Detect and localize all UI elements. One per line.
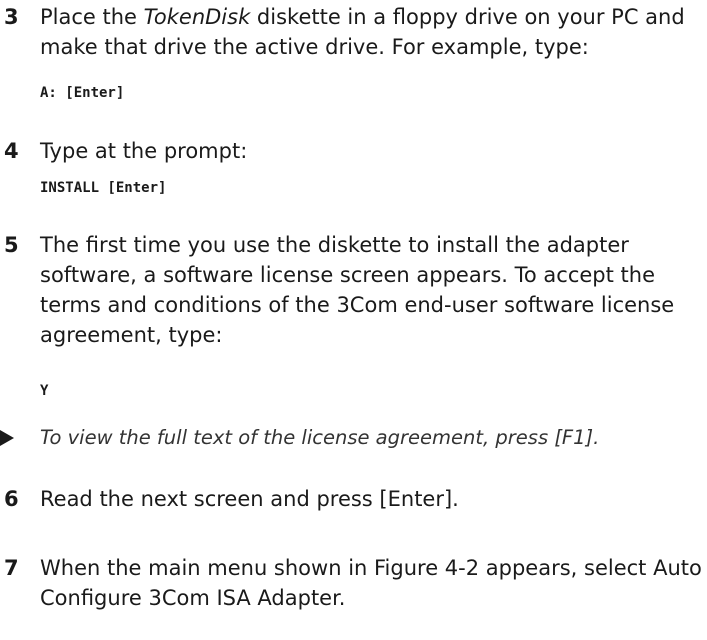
product-name: TokenDisk: [143, 5, 251, 29]
step-text: When the main menu shown in Figure 4-2 a…: [40, 556, 702, 610]
step-number: 6: [4, 487, 19, 511]
step-number: 4: [4, 139, 19, 163]
code-line: Y: [40, 383, 49, 399]
step-text: Type at the prompt:: [40, 139, 248, 163]
code-line: A: [Enter]: [40, 85, 125, 101]
step-number: 3: [4, 5, 19, 29]
step-text-part: Place the: [40, 5, 144, 29]
step-number: 7: [4, 556, 19, 580]
code-line: INSTALL [Enter]: [40, 180, 167, 196]
step-text: The first time you use the diskette to i…: [40, 233, 675, 347]
note-text: To view the full text of the license agr…: [40, 426, 600, 449]
step-number: 5: [4, 233, 19, 257]
step-text: Place the TokenDisk diskette in a floppy…: [40, 2, 706, 62]
step-text: Read the next screen and press [Enter].: [40, 487, 459, 511]
arrow-right-icon: [0, 430, 14, 446]
